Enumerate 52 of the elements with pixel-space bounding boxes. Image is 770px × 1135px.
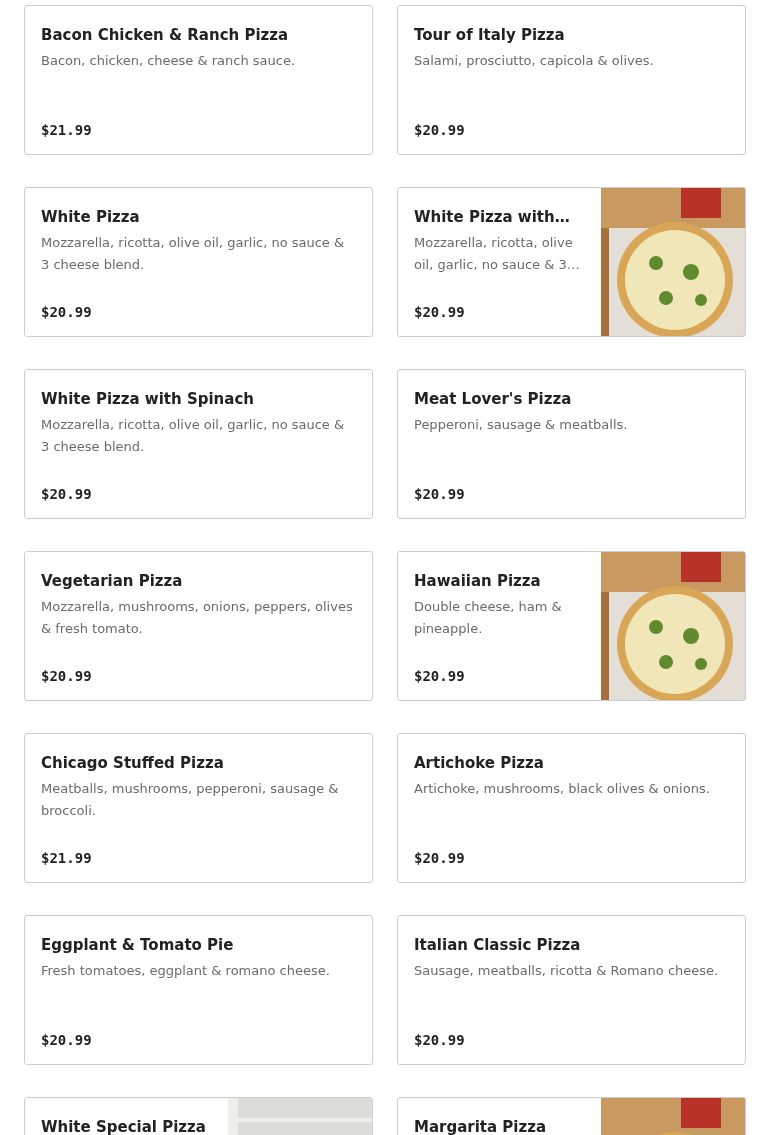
menu-item-card[interactable]: Hawaiian Pizza Double cheese, ham & pineapple. $20.99 — [397, 551, 746, 701]
item-price: $20.99 — [414, 122, 466, 138]
item-description: Fresh tomatoes, eggplant & romano cheese. — [41, 962, 331, 980]
item-name: Artichoke Pizza — [414, 753, 545, 774]
item-price: $20.99 — [414, 668, 466, 684]
menu-item-card[interactable]: Tour of Italy Pizza Salami, prosciutto, capicola & olives. $20.99 — [397, 5, 746, 155]
item-name: Hawaiian Pizza — [414, 571, 542, 592]
menu-item-card[interactable]: Italian Classic Pizza Sausage, meatballs, ricotta & Romano cheese. $20.99 — [397, 915, 746, 1065]
item-price: $20.99 — [414, 486, 466, 502]
menu-item-card[interactable]: White Pizza with… Mozzarella, ricotta, olive oil, garlic, no sauce & 3… $20.99 — [397, 187, 746, 337]
item-price: $20.99 — [41, 1032, 93, 1048]
menu-item-card[interactable]: White Pizza Mozzarella, ricotta, olive oil, garlic, no sauce & 3 cheese blend. $20.99 — [24, 187, 373, 337]
item-description: Mozzarella, ricotta, olive oil, garlic, no sauce & 3 cheese blend. — [41, 416, 346, 456]
menu-item-card[interactable]: Artichoke Pizza Artichoke, mushrooms, black olives & onions. $20.99 — [397, 733, 746, 883]
item-description: Sausage, meatballs, ricotta & Romano cheese. — [414, 962, 720, 980]
item-description: Salami, prosciutto, capicola & olives. — [414, 52, 655, 70]
item-description: Mozzarella, ricotta, olive oil, garlic, no sauce & 3… — [414, 234, 581, 274]
menu-item-card[interactable]: Vegetarian Pizza Mozzarella, mushrooms, onions, peppers, olives & fresh tomato. $20.99 — [24, 551, 373, 701]
item-name: Tour of Italy Pizza — [414, 25, 566, 46]
item-price: $20.99 — [41, 486, 93, 502]
menu-item-card[interactable]: Eggplant & Tomato Pie Fresh tomatoes, eggplant & romano cheese. $20.99 — [24, 915, 373, 1065]
item-name: Margarita Pizza — [414, 1117, 548, 1135]
item-description: Double cheese, ham & pineapple. — [414, 598, 563, 638]
item-description: Bacon, chicken, cheese & ranch sauce. — [41, 52, 297, 70]
item-price: $20.99 — [414, 304, 466, 320]
item-price: $20.99 — [41, 304, 93, 320]
menu-item-card[interactable]: Bacon Chicken & Ranch Pizza Bacon, chicken, cheese & ranch sauce. $21.99 — [24, 5, 373, 155]
item-name: White Special Pizza — [41, 1117, 207, 1135]
menu-item-card[interactable]: Chicago Stuffed Pizza Meatballs, mushrooms, pepperoni, sausage & broccoli. $21.99 — [24, 733, 373, 883]
item-price: $20.99 — [41, 668, 93, 684]
item-price: $20.99 — [414, 1032, 466, 1048]
item-description: Artichoke, mushrooms, black olives & onions. — [414, 780, 711, 798]
menu-item-card[interactable]: Margarita Pizza — [397, 1097, 746, 1135]
menu-item-card[interactable]: White Pizza with Spinach Mozzarella, ricotta, olive oil, garlic, no sauce & 3 cheese blend. $20.99 — [24, 369, 373, 519]
item-name: Vegetarian Pizza — [41, 571, 184, 592]
item-price: $20.99 — [414, 850, 466, 866]
item-name: White Pizza — [41, 207, 141, 228]
item-name: White Pizza with… — [414, 207, 571, 228]
item-name: Meat Lover's Pizza — [414, 389, 573, 410]
item-price: $21.99 — [41, 122, 93, 138]
item-description: Mozzarella, ricotta, olive oil, garlic, no sauce & 3 cheese blend. — [41, 234, 346, 274]
menu-item-card[interactable]: White Special Pizza — [24, 1097, 373, 1135]
item-name: Bacon Chicken & Ranch Pizza — [41, 25, 290, 46]
item-price: $21.99 — [41, 850, 93, 866]
item-description: Pepperoni, sausage & meatballs. — [414, 416, 629, 434]
item-description: Meatballs, mushrooms, pepperoni, sausage & broccoli. — [41, 780, 340, 820]
item-name: Eggplant & Tomato Pie — [41, 935, 235, 956]
menu-item-card[interactable]: Meat Lover's Pizza Pepperoni, sausage & meatballs. $20.99 — [397, 369, 746, 519]
item-name: Chicago Stuffed Pizza — [41, 753, 225, 774]
item-name: White Pizza with Spinach — [41, 389, 255, 410]
item-description: Mozzarella, mushrooms, onions, peppers, olives & fresh tomato. — [41, 598, 354, 638]
item-name: Italian Classic Pizza — [414, 935, 582, 956]
